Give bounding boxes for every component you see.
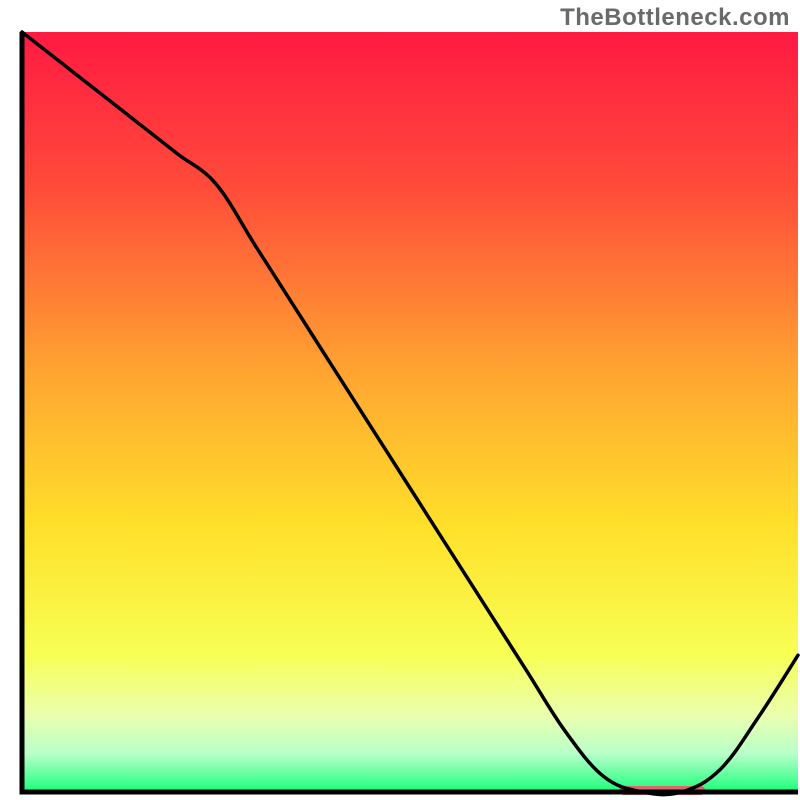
bottleneck-chart [0,0,800,800]
gradient-background [22,32,798,792]
chart-container: { "watermark": "TheBottleneck.com", "cha… [0,0,800,800]
